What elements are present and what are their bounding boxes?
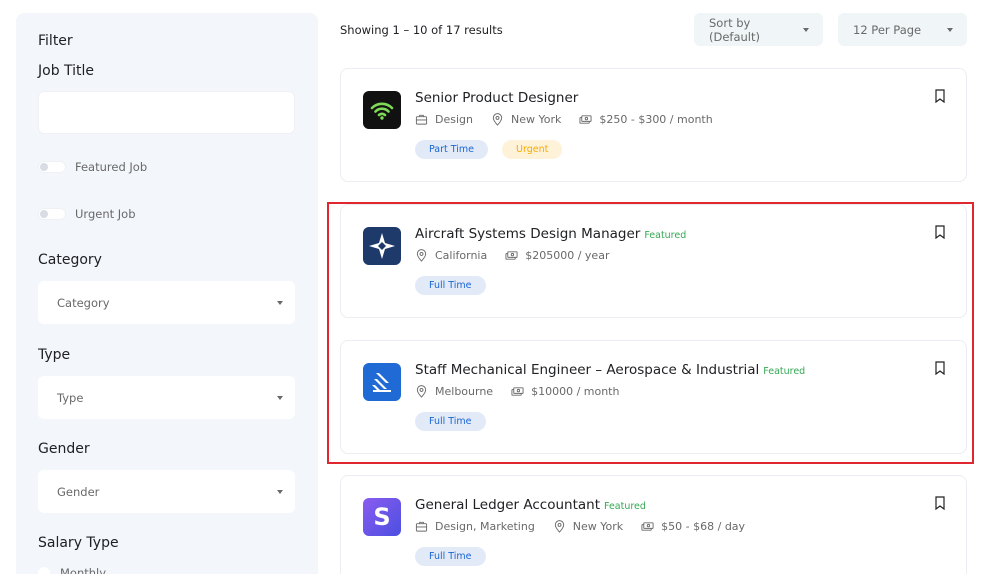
gender-select[interactable]: Gender	[38, 470, 295, 513]
map-pin-icon	[492, 113, 503, 126]
chevron-down-icon	[277, 395, 283, 400]
urgent-job-label: Urgent Job	[75, 207, 136, 221]
chevron-down-icon	[947, 27, 953, 32]
type-select-value: Type	[57, 390, 84, 405]
urgent-job-toggle[interactable]	[38, 208, 66, 220]
monthly-radio[interactable]	[38, 567, 50, 574]
money-icon	[641, 522, 654, 531]
category-label: Category	[38, 252, 102, 268]
job-title[interactable]: General Ledger Accountant	[415, 497, 600, 513]
bookmark-icon[interactable]	[934, 89, 946, 103]
job-type-tag[interactable]: Part Time	[415, 140, 489, 159]
sort-select-value: Sort by (Default)	[709, 15, 760, 44]
type-label: Type	[38, 347, 71, 363]
job-location-text: New York	[510, 113, 562, 126]
category-select-value: Category	[57, 295, 110, 310]
featured-job-label: Featured Job	[75, 160, 148, 174]
job-salary: $250 - $300 / month	[579, 113, 713, 126]
wifi-logo-icon	[363, 91, 401, 129]
gender-label: Gender	[38, 441, 90, 457]
map-pin-icon	[554, 520, 564, 533]
job-category-text: Design, Marketing	[435, 520, 535, 533]
chevron-down-icon	[277, 300, 283, 305]
salary-option-monthly[interactable]: Monthly	[38, 566, 106, 574]
per-page-select[interactable]: 12 Per Page	[838, 13, 967, 46]
job-card[interactable]: Senior Product Designer Design New York …	[340, 68, 967, 182]
salary-type-label: Salary Type	[38, 535, 119, 551]
job-salary-text: $50 - $68 / day	[661, 520, 746, 533]
job-title-input[interactable]	[38, 91, 295, 134]
letter-s-logo-icon: S	[363, 498, 401, 536]
featured-job-toggle-row[interactable]: Featured Job	[38, 160, 147, 174]
monthly-label: Monthly	[60, 566, 107, 574]
chevron-down-icon	[277, 489, 283, 494]
results-count: Showing 1 – 10 of 17 results	[340, 23, 503, 37]
filter-sidebar: Filter Job Title Featured Job Urgent Job…	[16, 13, 318, 574]
money-icon	[579, 115, 592, 124]
bookmark-icon[interactable]	[934, 496, 946, 510]
job-category-text: Design	[435, 113, 473, 126]
per-page-select-value: 12 Per Page	[853, 22, 922, 37]
featured-job-toggle[interactable]	[38, 161, 66, 173]
briefcase-icon	[415, 114, 428, 125]
job-type-tag[interactable]: Full Time	[415, 547, 486, 566]
category-select[interactable]: Category	[38, 281, 295, 324]
job-category: Design, Marketing	[415, 520, 535, 533]
gender-select-value: Gender	[57, 484, 100, 499]
filter-title: Filter	[38, 33, 73, 49]
job-salary: $50 - $68 / day	[641, 520, 745, 533]
job-card[interactable]: S General Ledger Accountant Featured Des…	[340, 475, 967, 574]
job-title[interactable]: Senior Product Designer	[415, 90, 578, 106]
chevron-down-icon	[803, 27, 809, 32]
job-location: New York	[491, 113, 561, 126]
highlight-box	[327, 202, 974, 464]
urgent-job-toggle-row[interactable]: Urgent Job	[38, 207, 136, 221]
sort-select[interactable]: Sort by (Default)	[694, 13, 823, 46]
job-location-text: New York	[572, 520, 624, 533]
briefcase-icon	[415, 521, 428, 532]
urgent-tag[interactable]: Urgent	[502, 140, 563, 159]
type-select[interactable]: Type	[38, 376, 295, 419]
job-title-label: Job Title	[38, 63, 95, 79]
job-location: New York	[553, 520, 623, 533]
job-salary-text: $250 - $300 / month	[599, 113, 713, 126]
featured-label: Featured	[604, 501, 646, 512]
job-category: Design	[415, 113, 473, 126]
